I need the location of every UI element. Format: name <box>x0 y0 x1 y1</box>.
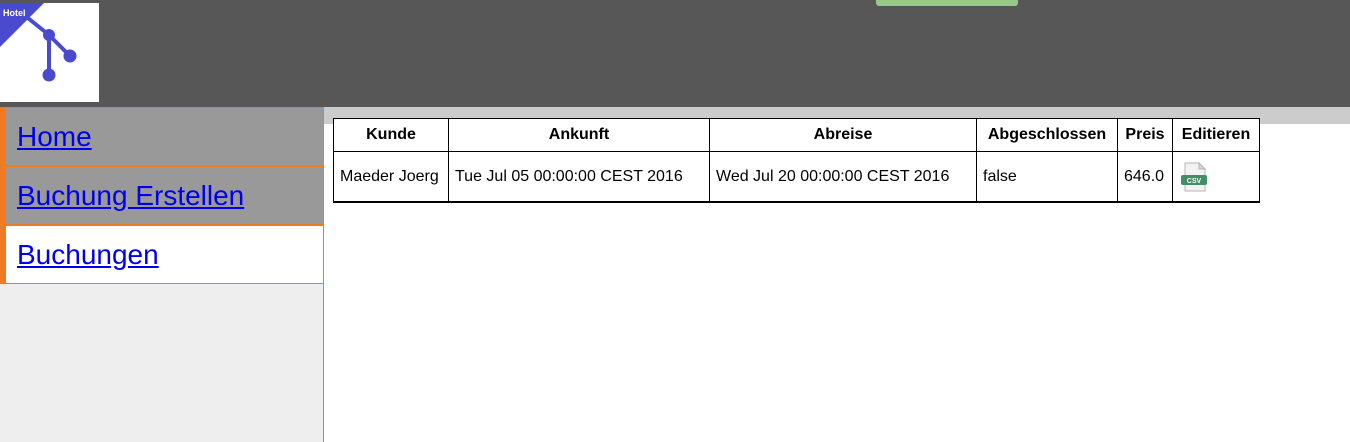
csv-icon-label: CSV <box>1187 178 1202 185</box>
column-header-kunde: Kunde <box>333 118 449 152</box>
column-header-preis: Preis <box>1117 118 1173 152</box>
cell-editieren: CSV <box>1172 151 1260 203</box>
column-header-editieren: Editieren <box>1172 118 1260 152</box>
nav-item-buchung-erstellen[interactable]: Buchung Erstellen <box>0 166 323 225</box>
header-green-tab[interactable] <box>876 0 1018 6</box>
cell-abreise: Wed Jul 20 00:00:00 CEST 2016 <box>709 151 977 203</box>
column-header-abreise: Abreise <box>709 118 977 152</box>
csv-file-icon[interactable]: CSV <box>1179 161 1211 192</box>
nav-item-buchungen[interactable]: Buchungen <box>0 225 323 284</box>
cell-ankunft: Tue Jul 05 00:00:00 CEST 2016 <box>448 151 710 203</box>
bookings-table: Kunde Ankunft Abreise Abgeschlossen Prei… <box>333 118 1260 203</box>
nav-link-home[interactable]: Home <box>17 121 92 153</box>
table-row: Maeder Joerg Tue Jul 05 00:00:00 CEST 20… <box>333 151 1260 203</box>
sidebar-nav: Home Buchung Erstellen Buchungen <box>0 107 324 442</box>
cell-preis: 646.0 <box>1117 151 1173 203</box>
nav-link-buchungen[interactable]: Buchungen <box>17 239 159 271</box>
logo-text: Hotel <box>3 8 26 18</box>
nav-link-buchung-erstellen[interactable]: Buchung Erstellen <box>17 180 244 212</box>
cell-abgeschlossen: false <box>976 151 1118 203</box>
table-header-row: Kunde Ankunft Abreise Abgeschlossen Prei… <box>333 118 1260 152</box>
cell-kunde: Maeder Joerg <box>333 151 449 203</box>
hotel-logo[interactable]: Hotel <box>0 3 99 102</box>
column-header-abgeschlossen: Abgeschlossen <box>976 118 1118 152</box>
column-header-ankunft: Ankunft <box>448 118 710 152</box>
header-bar: Hotel <box>0 0 1350 107</box>
nav-item-home[interactable]: Home <box>0 107 323 166</box>
